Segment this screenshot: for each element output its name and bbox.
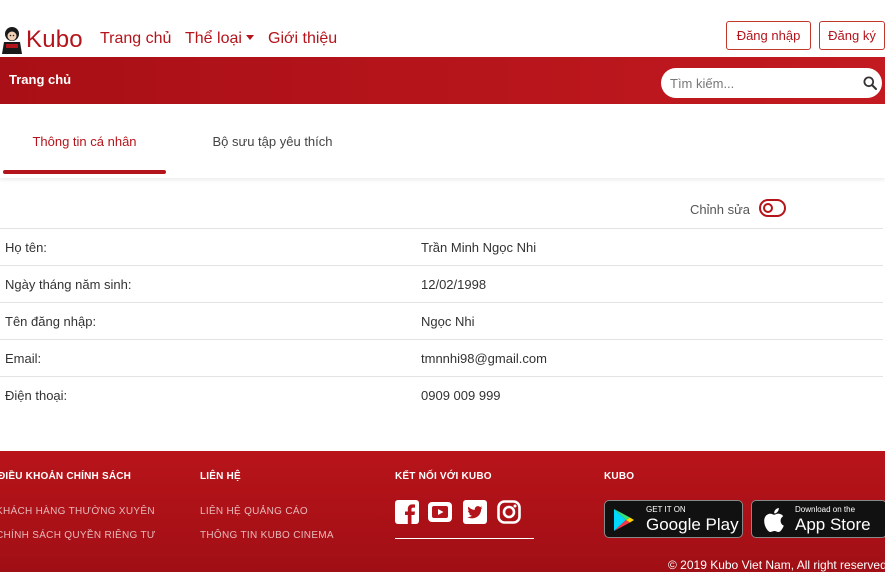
logo-text: Kubo bbox=[26, 26, 83, 53]
edit-label: Chỉnh sửa bbox=[690, 202, 751, 217]
field-label: Ngày tháng năm sinh: bbox=[5, 276, 132, 292]
top-navbar: Kubo Trang chủ Thể loại Giới thiệu Đăng … bbox=[0, 0, 885, 57]
table-row: Họ tên: Trần Minh Ngọc Nhi bbox=[0, 228, 883, 266]
app-store-big-text: App Store bbox=[795, 515, 871, 534]
footer: ĐIỀU KHOẢN CHÍNH SÁCH KHÁCH HÀNG THƯỜNG … bbox=[0, 451, 885, 572]
field-label: Họ tên: bbox=[5, 239, 47, 255]
footer-link-regular-customers[interactable]: KHÁCH HÀNG THƯỜNG XUYÊN bbox=[0, 506, 155, 517]
profile-info-table: Họ tên: Trần Minh Ngọc Nhi Ngày tháng nă… bbox=[0, 228, 883, 414]
apple-icon bbox=[764, 508, 784, 533]
footer-policy-title: ĐIỀU KHOẢN CHÍNH SÁCH bbox=[0, 471, 132, 482]
search-box bbox=[661, 68, 882, 98]
login-button[interactable]: Đăng nhập bbox=[726, 21, 811, 50]
table-row: Email: tmnnhi98@gmail.com bbox=[0, 339, 883, 377]
facebook-icon[interactable] bbox=[395, 500, 419, 524]
footer-social-title: KẾT NỐI VỚI KUBO bbox=[395, 471, 492, 482]
twitter-icon[interactable] bbox=[463, 500, 487, 524]
google-play-small-text: GET IT ON bbox=[646, 505, 686, 514]
table-row: Điện thoại: 0909 009 999 bbox=[0, 376, 883, 414]
edit-toggle[interactable] bbox=[759, 199, 786, 217]
copyright-text: © 2019 Kubo Viet Nam, All right reserved bbox=[668, 558, 885, 572]
field-value: 12/02/1998 bbox=[421, 276, 487, 292]
instagram-icon[interactable] bbox=[497, 500, 521, 524]
footer-contact-title: LIÊN HỆ bbox=[200, 471, 241, 482]
app-store-small-text: Download on the bbox=[795, 505, 856, 514]
breadcrumb[interactable]: Trang chủ bbox=[9, 72, 71, 87]
profile-tabs: Thông tin cá nhân Bộ sưu tập yêu thích bbox=[0, 110, 885, 178]
field-value: 0909 009 999 bbox=[421, 387, 501, 403]
field-value: Trần Minh Ngọc Nhi bbox=[421, 239, 537, 255]
toggle-knob bbox=[763, 202, 773, 213]
nav-about[interactable]: Giới thiệu bbox=[268, 30, 337, 48]
youtube-icon[interactable] bbox=[428, 500, 452, 524]
search-icon[interactable] bbox=[863, 76, 877, 90]
footer-link-privacy-policy[interactable]: CHÍNH SÁCH QUYỀN RIÊNG TƯ bbox=[0, 530, 156, 541]
field-value: Ngọc Nhi bbox=[421, 313, 475, 329]
nav-genres-label: Thể loại bbox=[185, 30, 242, 47]
tab-favorites[interactable]: Bộ sưu tập yêu thích bbox=[195, 110, 350, 178]
app-store-button[interactable]: Download on the App Store bbox=[751, 500, 885, 538]
field-label: Email: bbox=[5, 350, 42, 366]
google-play-big-text: Google Play bbox=[646, 515, 739, 534]
field-value: tmnnhi98@gmail.com bbox=[421, 350, 547, 366]
field-label: Tên đăng nhập: bbox=[5, 313, 97, 329]
kubo-mascot-icon bbox=[2, 27, 22, 54]
logo[interactable]: Kubo bbox=[0, 25, 83, 55]
footer-link-kubo-cinema[interactable]: THÔNG TIN KUBO CINEMA bbox=[200, 530, 334, 541]
register-button[interactable]: Đăng ký bbox=[819, 21, 885, 50]
social-divider bbox=[395, 538, 534, 539]
table-row: Ngày tháng năm sinh: 12/02/1998 bbox=[0, 265, 883, 303]
footer-link-advertising[interactable]: LIÊN HỆ QUẢNG CÁO bbox=[200, 506, 308, 517]
footer-apps-title: KUBO bbox=[604, 471, 635, 482]
google-play-button[interactable]: GET IT ON Google Play bbox=[604, 500, 743, 538]
google-play-icon bbox=[614, 509, 634, 531]
search-input[interactable] bbox=[670, 75, 850, 91]
nav-genres-dropdown[interactable]: Thể loại bbox=[185, 30, 254, 48]
field-label: Điện thoại: bbox=[5, 387, 68, 403]
caret-down-icon bbox=[245, 35, 254, 40]
nav-home[interactable]: Trang chủ bbox=[100, 30, 171, 48]
tab-personal-info[interactable]: Thông tin cá nhân bbox=[3, 110, 166, 178]
table-row: Tên đăng nhập: Ngọc Nhi bbox=[0, 302, 883, 340]
